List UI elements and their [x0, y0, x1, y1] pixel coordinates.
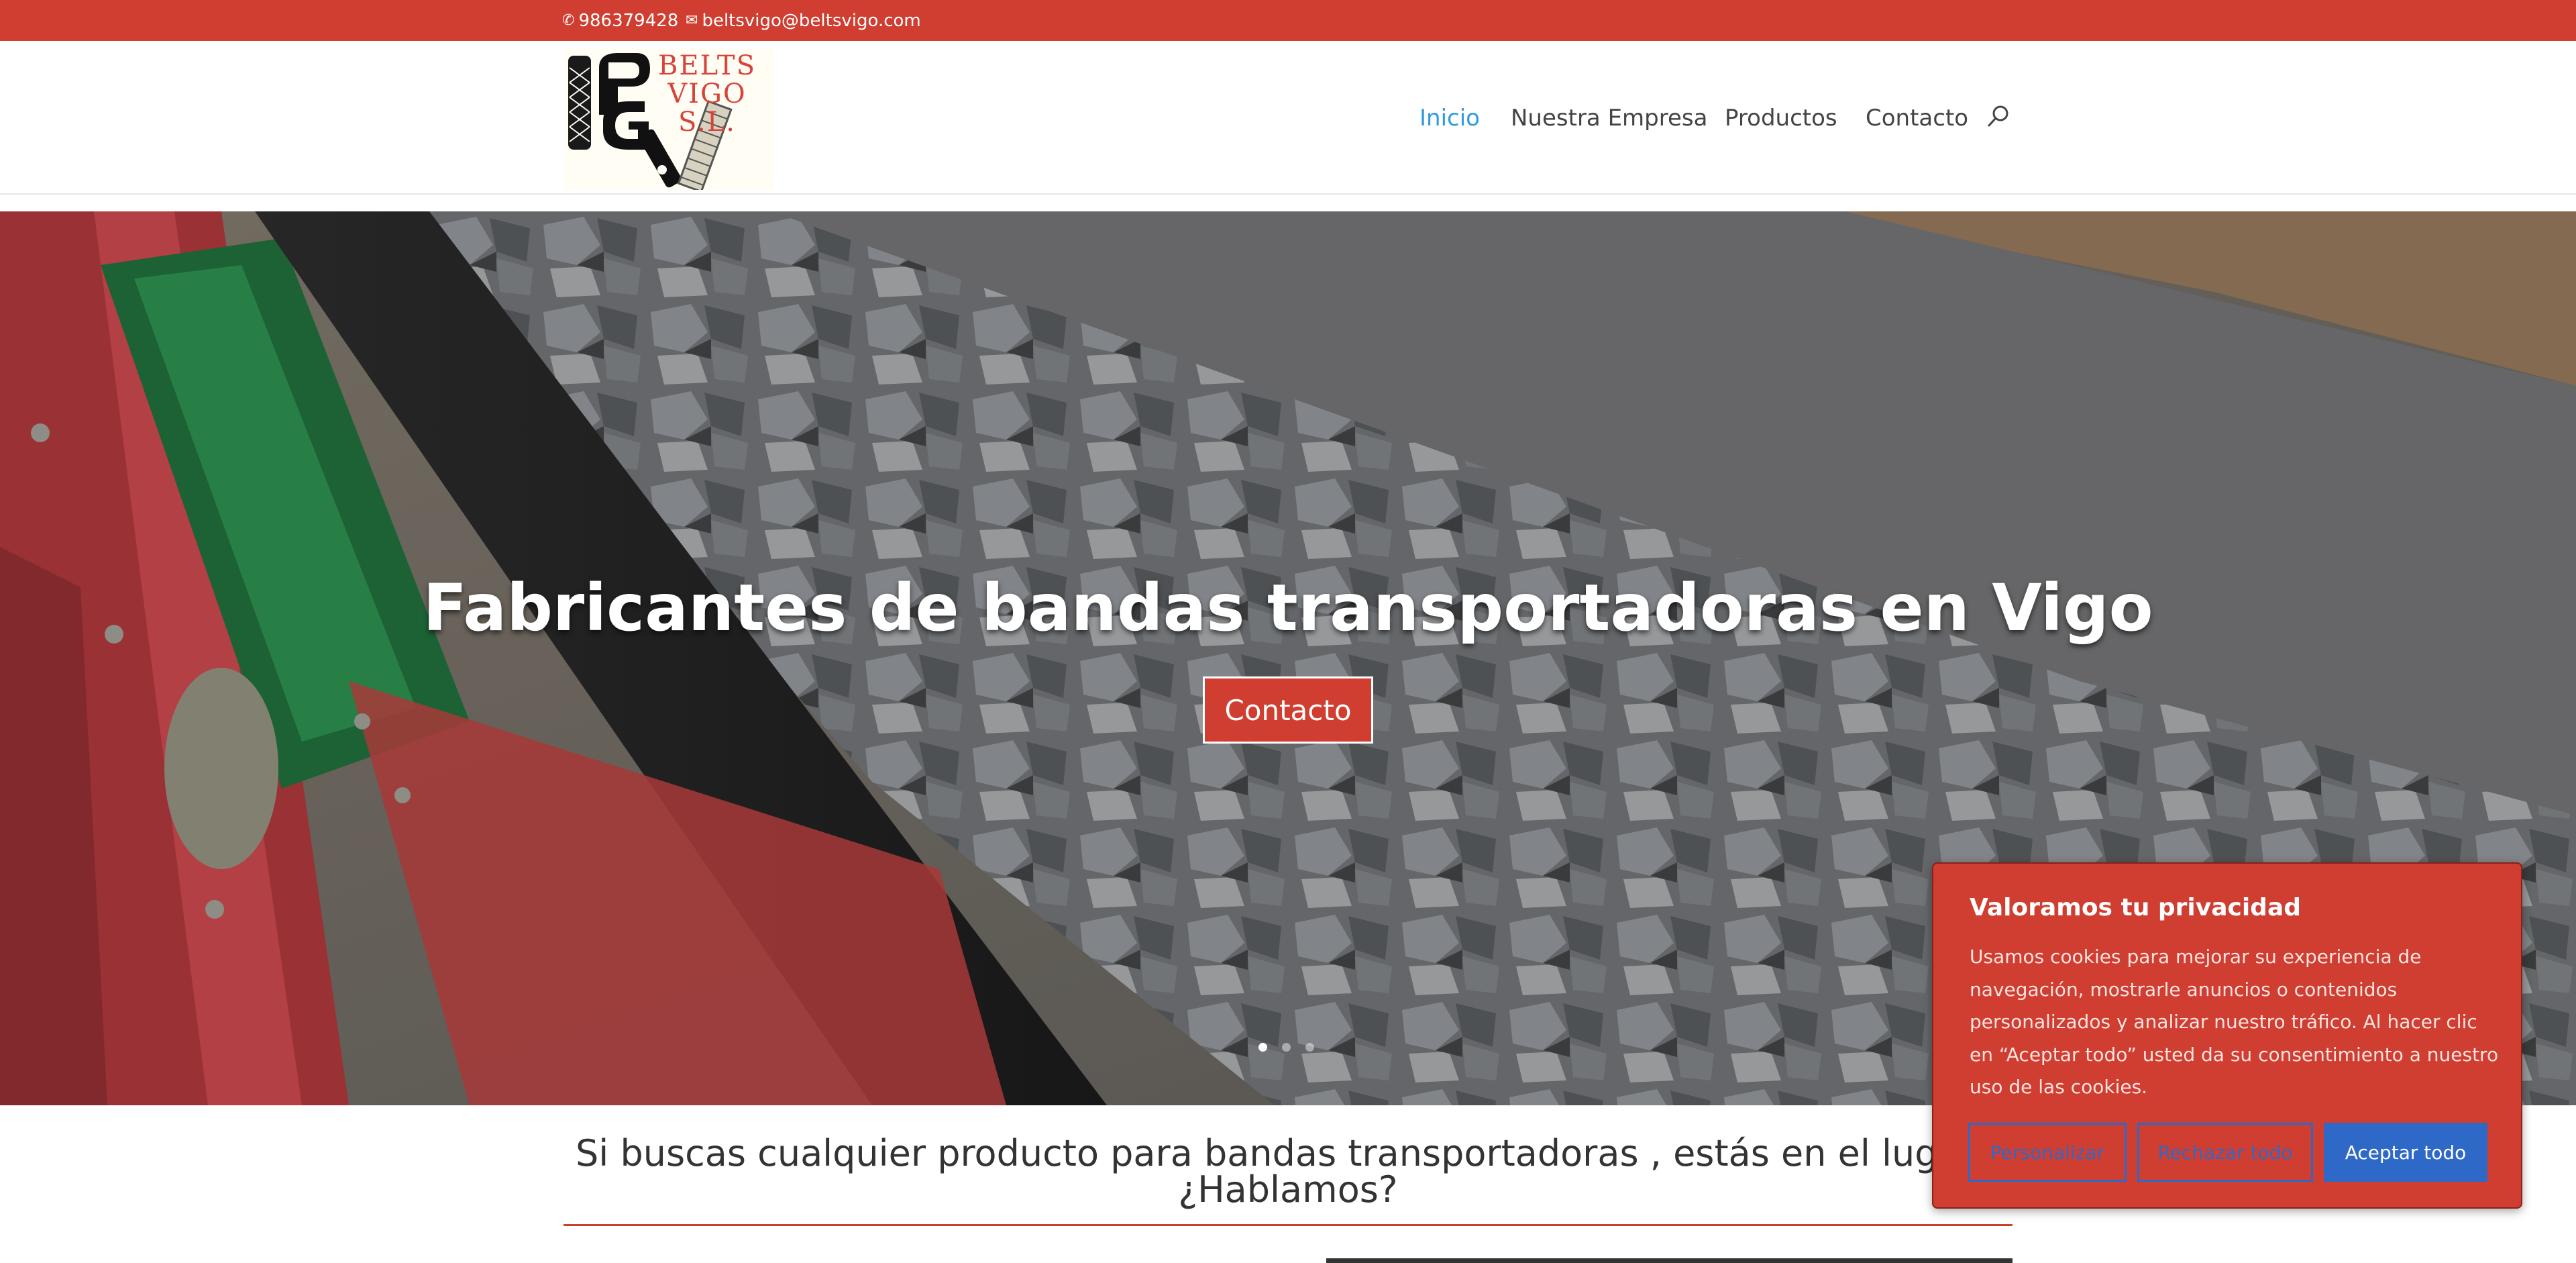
reject-all-button[interactable]: Rechazar todo: [2137, 1123, 2313, 1182]
search-icon[interactable]: [1987, 105, 2010, 128]
top-bar: ✆ 986379428 ✉ beltsvigo@beltsvigo.com: [0, 0, 2576, 41]
site-header: BELTS VIGO S.L.: [0, 41, 2576, 195]
slider-dot[interactable]: [1258, 1043, 1267, 1052]
nav-item-nuestra-empresa[interactable]: Nuestra Empresa: [1511, 105, 1707, 132]
nav-item-contacto[interactable]: Contacto: [1866, 105, 1968, 132]
cookie-title: Valoramos tu privacidad: [1970, 894, 2302, 921]
logo-line-1: BELTS: [658, 50, 756, 81]
hero-contact-button[interactable]: Contacto: [1203, 676, 1373, 744]
logo-line-3: S.L.: [678, 107, 736, 138]
email-contact[interactable]: ✉ beltsvigo@beltsvigo.com: [686, 0, 921, 41]
email-address: beltsvigo@beltsvigo.com: [702, 10, 921, 31]
company-logo[interactable]: BELTS VIGO S.L.: [564, 48, 773, 193]
slider-dot[interactable]: [1282, 1043, 1291, 1052]
phone-contact[interactable]: ✆ 986379428: [562, 0, 678, 41]
cookie-consent-banner: Valoramos tu privacidad Usamos cookies p…: [1932, 862, 2522, 1209]
cookie-text: Usamos cookies para mejorar su experienc…: [1970, 946, 2499, 1098]
accept-all-button[interactable]: Aceptar todo: [2324, 1123, 2487, 1182]
customize-cookies-button[interactable]: Personalizar: [1968, 1123, 2127, 1182]
logo-text: BELTS VIGO S.L.: [653, 52, 761, 136]
nav-item-inicio[interactable]: Inicio: [1419, 105, 1480, 132]
phone-icon: ✆: [562, 12, 575, 29]
hero-title: Fabricantes de bandas transportadoras en…: [423, 570, 2153, 646]
slider-pagination: [1258, 1043, 1314, 1052]
content-image-edge: [1326, 1258, 2012, 1263]
mail-icon: ✉: [686, 12, 698, 29]
logo-line-2: VIGO: [667, 79, 747, 109]
nav-item-productos[interactable]: Productos: [1725, 105, 1837, 132]
phone-number: 986379428: [578, 10, 679, 31]
slider-dot[interactable]: [1305, 1043, 1314, 1052]
section-divider: [564, 1224, 2012, 1226]
